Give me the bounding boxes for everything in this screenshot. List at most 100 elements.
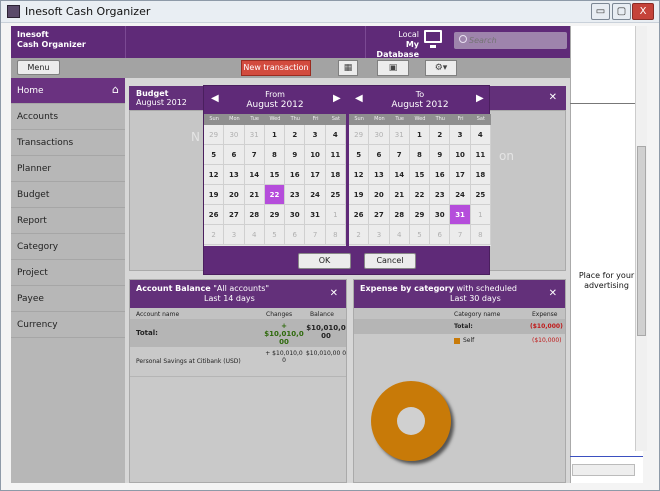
calendar-day[interactable]: 18: [470, 165, 491, 185]
calendar-day[interactable]: 2: [430, 125, 451, 145]
calendar-day[interactable]: 23: [285, 185, 306, 205]
prev-month-icon[interactable]: ◀: [211, 93, 219, 104]
calendar-day[interactable]: 7: [305, 225, 326, 245]
calendar-day[interactable]: 3: [305, 125, 326, 145]
calendar-day[interactable]: 13: [224, 165, 245, 185]
calendar-day[interactable]: 31: [389, 125, 410, 145]
budget-title-block[interactable]: Budget August 2012: [136, 89, 187, 107]
calendar-day[interactable]: 10: [450, 145, 471, 165]
menu-button[interactable]: Menu: [17, 60, 60, 75]
calendar-day[interactable]: 11: [325, 145, 346, 165]
calendar-day[interactable]: 16: [430, 165, 451, 185]
table-row[interactable]: Total: + $10,010,0 00 $10,010,0 00: [130, 320, 346, 347]
calendar-day[interactable]: 5: [204, 145, 225, 165]
calendar-day[interactable]: 2: [285, 125, 306, 145]
account-balance-title-block[interactable]: Account Balance "All accounts" Last 14 d…: [136, 284, 269, 304]
calendar-day[interactable]: 15: [409, 165, 431, 185]
sidebar-item-category[interactable]: Category: [11, 234, 125, 260]
calendar-day[interactable]: 25: [325, 185, 346, 205]
sidebar-item-payee[interactable]: Payee: [11, 286, 125, 312]
table-row[interactable]: Personal Savings at Citibank (USD) + $10…: [130, 347, 346, 377]
close-button[interactable]: X: [632, 3, 654, 20]
calendar-day[interactable]: 19: [204, 185, 225, 205]
monitor-icon[interactable]: [424, 30, 442, 48]
minimize-button[interactable]: ▭: [591, 3, 610, 20]
sidebar-item-home[interactable]: Home ⌂: [11, 78, 125, 104]
sidebar-item-planner[interactable]: Planner: [11, 156, 125, 182]
calendar-day[interactable]: 14: [389, 165, 410, 185]
calendar-day[interactable]: 29: [409, 205, 431, 225]
calendar-day[interactable]: 21: [389, 185, 410, 205]
search-input[interactable]: [469, 34, 564, 47]
calendar-day[interactable]: 19: [349, 185, 370, 205]
calendar-day[interactable]: 1: [264, 125, 286, 145]
database-info[interactable]: Local My Database: [367, 30, 419, 60]
calendar-day[interactable]: 7: [389, 145, 410, 165]
table-row[interactable]: Self ($10,000): [354, 334, 565, 348]
calendar-day[interactable]: 17: [305, 165, 326, 185]
calendar-day[interactable]: 20: [369, 185, 390, 205]
close-icon[interactable]: ✕: [330, 288, 338, 299]
calendar-day[interactable]: 4: [244, 225, 265, 245]
calendar-day[interactable]: 28: [244, 205, 265, 225]
calendar-day[interactable]: 26: [349, 205, 370, 225]
calendar-day[interactable]: 31: [305, 205, 326, 225]
calendar-day[interactable]: 3: [450, 125, 471, 145]
new-transaction-button[interactable]: New transaction: [241, 60, 311, 76]
calendar-day[interactable]: 13: [369, 165, 390, 185]
calendar-day[interactable]: 1: [325, 205, 346, 225]
calendar-day[interactable]: 8: [264, 145, 286, 165]
sidebar-item-budget[interactable]: Budget: [11, 182, 125, 208]
calendar-day[interactable]: 8: [325, 225, 346, 245]
calendar-day[interactable]: 31: [244, 125, 265, 145]
calendar-day[interactable]: 18: [325, 165, 346, 185]
calendar-day[interactable]: 16: [285, 165, 306, 185]
calendar-day[interactable]: 29: [349, 125, 370, 145]
calendar-day[interactable]: 30: [369, 125, 390, 145]
calendar-day[interactable]: 2: [349, 225, 370, 245]
calendar-day[interactable]: 24: [305, 185, 326, 205]
search-box[interactable]: [454, 32, 567, 49]
calendar-day[interactable]: 4: [470, 125, 491, 145]
sidebar-item-transactions[interactable]: Transactions: [11, 130, 125, 156]
calendar-day[interactable]: 22: [409, 185, 431, 205]
calendar-day[interactable]: 7: [450, 225, 471, 245]
ok-button[interactable]: OK: [298, 253, 351, 269]
maximize-button[interactable]: ▢: [612, 3, 631, 20]
calendar-day[interactable]: 2: [204, 225, 225, 245]
calendar-day[interactable]: 8: [409, 145, 431, 165]
calendar-day[interactable]: 3: [369, 225, 390, 245]
calendar-day[interactable]: 29: [264, 205, 286, 225]
calendar-day[interactable]: 23: [430, 185, 451, 205]
sidebar-item-report[interactable]: Report: [11, 208, 125, 234]
prev-month-icon[interactable]: ◀: [355, 93, 363, 104]
calendar-day[interactable]: 4: [389, 225, 410, 245]
calendar-day[interactable]: 25: [470, 185, 491, 205]
calendar-day[interactable]: 9: [430, 145, 451, 165]
table-row[interactable]: Total: ($10,000): [354, 320, 565, 334]
calendar-day[interactable]: 5: [409, 225, 431, 245]
calendar-day[interactable]: 5: [349, 145, 370, 165]
sidebar-item-accounts[interactable]: Accounts: [11, 104, 125, 130]
next-month-icon[interactable]: ▶: [333, 93, 341, 104]
sidebar-item-project[interactable]: Project: [11, 260, 125, 286]
calendar-day[interactable]: 12: [349, 165, 370, 185]
calendar-day[interactable]: 6: [430, 225, 451, 245]
calendar-day[interactable]: 12: [204, 165, 225, 185]
calendar-day[interactable]: 4: [325, 125, 346, 145]
calendar-day[interactable]: 14: [244, 165, 265, 185]
next-month-icon[interactable]: ▶: [476, 93, 484, 104]
calendar-day[interactable]: 27: [224, 205, 245, 225]
calendar-day[interactable]: 24: [450, 185, 471, 205]
calendar-day[interactable]: 31: [450, 205, 471, 225]
expense-title-block[interactable]: Expense by category with scheduled Last …: [360, 284, 517, 304]
calendar-day[interactable]: 26: [204, 205, 225, 225]
calendar-day[interactable]: 27: [369, 205, 390, 225]
sidebar-item-currency[interactable]: Currency: [11, 312, 125, 338]
calendar-day[interactable]: 6: [224, 145, 245, 165]
calculator-icon[interactable]: ▦: [338, 60, 358, 76]
calendar-day[interactable]: 1: [470, 205, 491, 225]
calendar-icon[interactable]: ▣: [377, 60, 409, 76]
calendar-day[interactable]: 30: [224, 125, 245, 145]
close-icon[interactable]: ✕: [549, 92, 557, 103]
